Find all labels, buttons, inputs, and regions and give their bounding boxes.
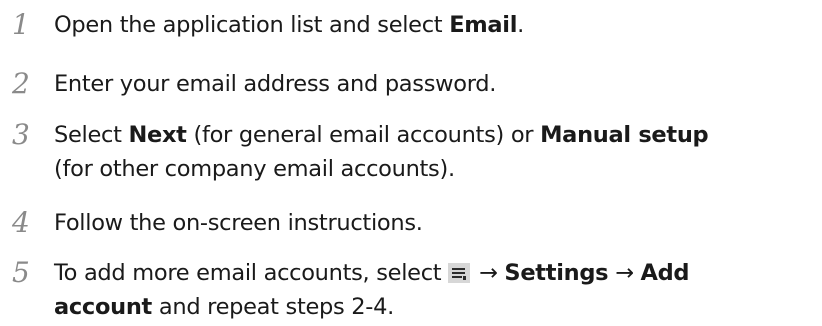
step-text-part: (for other company email accounts). [54,156,455,182]
step-number: 5 [12,256,30,289]
instruction-steps: 1 Open the application list and select E… [0,0,822,326]
menu-icon [448,263,471,283]
step-number: 3 [12,118,30,151]
step-number: 4 [12,206,30,239]
step-text-part: (for general email accounts) or [186,122,541,148]
step-text-line-1: Select Next (for general email accounts)… [54,119,822,151]
step-text-bold: account [54,294,153,320]
step-text-part: To add more email accounts, select [54,260,449,286]
step-text-line-1: To add more email accounts, select → Set… [54,257,822,289]
step-number: 2 [12,67,30,100]
step-text-bold: Manual setup [540,122,709,148]
step-text: Enter your email address and password. [54,68,822,100]
arrow-separator: → [608,260,641,286]
step-text-part: Select [54,122,129,148]
step-text-part: . [517,12,524,38]
step-text-bold: Add [640,260,690,286]
step-text: Open the application list and select Ema… [54,9,822,41]
step-text-part: Follow the on-screen instructions. [54,210,423,236]
step-text-part: Open the application list and select [54,12,450,38]
step-text-bold: Email [449,12,518,38]
step-text-part: Enter your email address and password. [54,71,497,97]
arrow-separator: → [472,260,505,286]
step-number: 1 [12,8,30,41]
step-text-part: and repeat steps 2-4. [152,294,394,320]
step-text-bold: Next [128,122,187,148]
step-text-bold: Settings [504,260,609,286]
step-text-line-2: account and repeat steps 2-4. [54,291,822,323]
step-text: Follow the on-screen instructions. [54,207,822,239]
step-text-line-2: (for other company email accounts). [54,153,822,185]
